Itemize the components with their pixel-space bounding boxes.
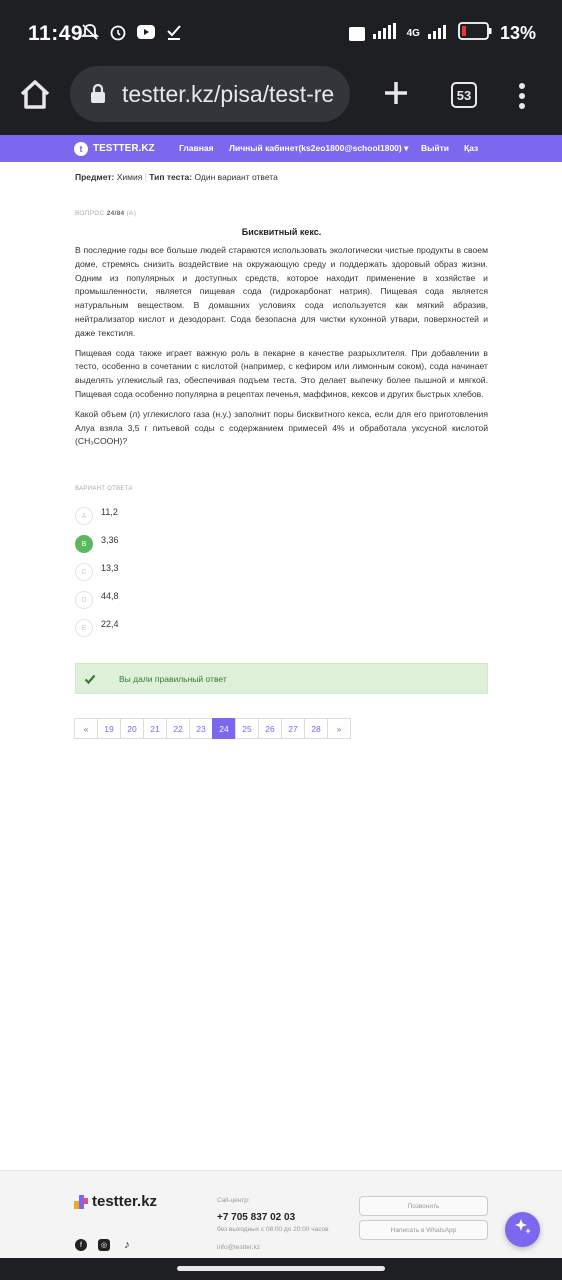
option-text: 3,36 xyxy=(101,535,119,545)
brand[interactable]: t TESTTER.KZ xyxy=(74,141,155,156)
logo-mark-icon xyxy=(74,1194,88,1209)
sparkle-icon xyxy=(513,1217,533,1242)
option-letter: E xyxy=(75,619,93,637)
correct-answer-alert: Вы дали правильный ответ xyxy=(75,663,488,694)
test-meta: Предмет: Химия | Тип теста: Один вариант… xyxy=(75,172,278,182)
page-next[interactable]: » xyxy=(327,718,351,739)
answers-label: ВАРИАНТ ОТВЕТА xyxy=(75,486,133,492)
answer-option-a[interactable]: A 11,2 xyxy=(75,506,375,526)
url-text: testter.kz/pisa/test-re xyxy=(122,80,335,107)
page-link[interactable]: 20 xyxy=(120,718,144,739)
network-type: 4G xyxy=(406,28,420,39)
whatsapp-button[interactable]: Написать в WhatsApp xyxy=(359,1220,488,1240)
option-letter: D xyxy=(75,591,93,609)
question-title: Бисквитный кекс. xyxy=(241,227,322,237)
brand-name: TESTTER.KZ xyxy=(93,143,155,154)
footer-logo[interactable]: testter.kz xyxy=(74,1193,157,1210)
test-type-label: Тип теста: xyxy=(149,172,193,182)
youtube-icon xyxy=(136,22,156,42)
page-link[interactable]: 19 xyxy=(97,718,121,739)
question-number-label: ВОПРОС xyxy=(75,210,105,217)
brand-logo-icon: t xyxy=(74,141,88,156)
volte-icon xyxy=(348,24,365,44)
site-navbar: t TESTTER.KZ Главная Личный кабинет(ks2e… xyxy=(0,135,562,162)
check-icon xyxy=(84,673,96,685)
page-link-current[interactable]: 24 xyxy=(212,718,236,739)
instagram-icon[interactable]: ◎ xyxy=(98,1239,110,1251)
page-link[interactable]: 23 xyxy=(189,718,213,739)
address-bar[interactable]: testter.kz/pisa/test-re xyxy=(70,66,350,122)
nav-link-account[interactable]: Личный кабинет(ks2eo1800@school1800) ▾ xyxy=(229,143,408,154)
browser-toolbar: testter.kz/pisa/test-re 53 xyxy=(0,66,562,135)
battery-icon xyxy=(458,22,492,45)
question-number: ВОПРОС 24/84 (A) xyxy=(75,210,136,217)
call-button[interactable]: Позвонить xyxy=(359,1196,488,1216)
status-system-icons: 4G 13% xyxy=(348,22,536,45)
subject-label: Предмет: xyxy=(75,172,115,182)
answer-option-c[interactable]: C 13,3 xyxy=(75,562,375,582)
test-type-value: Один вариант ответа xyxy=(194,172,278,182)
option-text: 11,2 xyxy=(101,507,118,517)
page-link[interactable]: 25 xyxy=(235,718,259,739)
sparkle-assistant-button[interactable] xyxy=(505,1212,540,1247)
footer-logo-text: testter.kz xyxy=(92,1193,158,1210)
status-time: 11:49 xyxy=(28,22,84,45)
option-text: 13,3 xyxy=(101,563,119,573)
nav-link-home[interactable]: Главная xyxy=(179,143,214,153)
tiktok-icon[interactable]: ♪ xyxy=(121,1239,133,1251)
lock-icon xyxy=(90,83,106,104)
question-number-value: 24/84 xyxy=(106,210,125,217)
new-tab-icon[interactable] xyxy=(380,76,412,110)
pagination: « 19 20 21 22 23 24 25 26 27 28 » xyxy=(74,718,351,739)
option-text: 22,4 xyxy=(101,619,119,629)
question-prompt: Какой объем (л) углекислого газа (н.у.) … xyxy=(75,408,488,447)
battery-level: 13% xyxy=(499,23,536,43)
email-link[interactable]: info@testter.kz xyxy=(217,1244,260,1251)
mute-icon xyxy=(80,22,100,42)
answer-option-d[interactable]: D 44,8 xyxy=(75,590,375,610)
question-body: В последние годы все больше людей стараю… xyxy=(75,244,488,455)
signal-icon-2 xyxy=(427,23,450,44)
option-letter-selected: B xyxy=(75,535,93,553)
call-center-label: Call-центр: xyxy=(217,1197,250,1204)
status-notification-icons xyxy=(80,22,184,42)
facebook-icon[interactable]: f xyxy=(75,1239,87,1251)
tab-switcher-button[interactable]: 53 xyxy=(451,82,477,108)
status-bar: 11:49 4G 13% xyxy=(0,0,562,66)
phone-number[interactable]: +7 705 837 02 03 xyxy=(217,1212,295,1223)
option-letter: A xyxy=(75,507,93,525)
page-link[interactable]: 22 xyxy=(166,718,190,739)
answer-option-e[interactable]: E 22,4 xyxy=(75,618,375,638)
page-prev[interactable]: « xyxy=(74,718,98,739)
gesture-navigation-bar xyxy=(0,1258,562,1280)
home-icon[interactable] xyxy=(18,78,52,112)
alert-message: Вы дали правильный ответ xyxy=(119,673,227,684)
download-done-icon xyxy=(164,22,184,42)
page-link[interactable]: 21 xyxy=(143,718,167,739)
nav-link-language[interactable]: Қаз xyxy=(464,143,478,153)
question-paragraph: В последние годы все больше людей стараю… xyxy=(75,245,488,338)
page-link[interactable]: 27 xyxy=(281,718,305,739)
signal-icon xyxy=(372,23,399,44)
kebab-menu-icon[interactable] xyxy=(515,81,529,111)
answer-option-b[interactable]: B 3,36 xyxy=(75,534,375,554)
working-hours: без выходных с 08:00 до 20:00 часов xyxy=(217,1226,329,1233)
home-gesture-handle[interactable] xyxy=(177,1266,385,1271)
subject-value: Химия xyxy=(116,172,143,182)
option-letter: C xyxy=(75,563,93,581)
question-paragraph: Пищевая сода также играет важную роль в … xyxy=(75,347,488,399)
page-link[interactable]: 26 xyxy=(258,718,282,739)
nav-link-logout[interactable]: Выйти xyxy=(421,143,449,153)
option-text: 44,8 xyxy=(101,591,119,601)
question-badge: (A) xyxy=(126,210,137,217)
page-link[interactable]: 28 xyxy=(304,718,328,739)
alarm-icon xyxy=(108,22,128,42)
social-links: f ◎ ♪ xyxy=(75,1239,133,1251)
